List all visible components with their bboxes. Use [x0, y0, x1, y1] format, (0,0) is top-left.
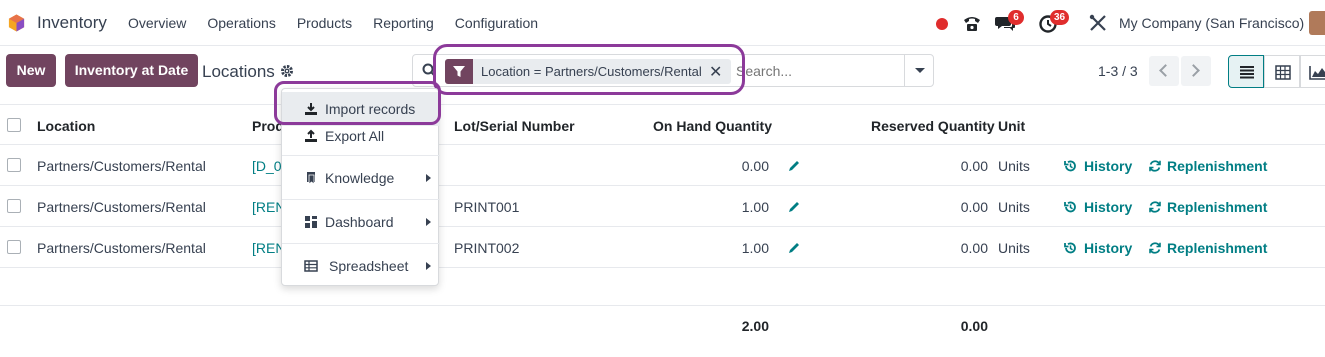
- cell-location: Partners/Customers/Rental: [37, 240, 206, 256]
- column-header-on-hand[interactable]: On Hand Quantity: [653, 118, 772, 134]
- cell-reserved: 0.00: [960, 240, 988, 256]
- replenishment-icon[interactable]: [1148, 241, 1162, 255]
- app-name[interactable]: Inventory: [37, 13, 107, 33]
- column-header-unit[interactable]: Unit: [998, 118, 1025, 134]
- company-switcher[interactable]: My Company (San Francisco): [1119, 15, 1304, 31]
- menu-divider: [282, 199, 440, 200]
- menu-item-knowledge[interactable]: Knowledge: [282, 161, 440, 195]
- pencil-icon[interactable]: [787, 159, 801, 173]
- history-icon[interactable]: [1063, 200, 1077, 214]
- replenishment-button[interactable]: Replenishment: [1167, 240, 1267, 256]
- table-row[interactable]: Partners/Customers/Rental [D_0 0.00 0.00…: [0, 145, 1325, 186]
- status-dot[interactable]: [936, 18, 948, 30]
- row-checkbox[interactable]: [7, 199, 21, 213]
- submenu-arrow-icon: [426, 262, 431, 270]
- cell-lot: PRINT001: [454, 199, 520, 215]
- new-button[interactable]: New: [6, 54, 56, 87]
- menu-item-label: Dashboard: [325, 214, 394, 230]
- history-button[interactable]: History: [1084, 199, 1132, 215]
- cell-reserved: 0.00: [960, 199, 988, 215]
- submenu-arrow-icon: [426, 218, 431, 226]
- submenu-arrow-icon: [426, 174, 431, 182]
- replenishment-button[interactable]: Replenishment: [1167, 199, 1267, 215]
- search-input[interactable]: [736, 63, 896, 79]
- menu-item-label: Knowledge: [325, 170, 395, 186]
- page-title: Locations: [202, 62, 275, 81]
- table-header: Location Prod Lot/Serial Number On Hand …: [0, 104, 1325, 145]
- phone-icon[interactable]: [961, 12, 983, 34]
- cell-location: Partners/Customers/Rental: [37, 158, 206, 174]
- pivot-view-icon: [1275, 65, 1291, 80]
- cell-product[interactable]: [D_0: [252, 158, 282, 174]
- messages-badge: 6: [1008, 10, 1024, 25]
- inventory-at-date-button[interactable]: Inventory at Date: [65, 54, 198, 87]
- menu-item-label: Export All: [325, 128, 385, 144]
- pencil-icon[interactable]: [787, 241, 801, 255]
- upload-icon: [305, 129, 317, 142]
- cell-unit: Units: [998, 240, 1030, 256]
- list-view-icon: [1240, 66, 1254, 79]
- menu-products[interactable]: Products: [297, 15, 352, 31]
- column-header-location[interactable]: Location: [37, 118, 95, 134]
- user-avatar[interactable]: [1309, 11, 1325, 35]
- replenishment-button[interactable]: Replenishment: [1167, 158, 1267, 174]
- menu-reporting[interactable]: Reporting: [373, 15, 434, 31]
- caret-down-icon: [915, 68, 925, 73]
- tools-icon[interactable]: [1087, 12, 1109, 34]
- main-menu: Overview Operations Products Reporting C…: [128, 15, 559, 31]
- table-row[interactable]: Partners/Customers/Rental [REN PRINT001 …: [0, 186, 1325, 227]
- cell-on-hand: 0.00: [741, 158, 769, 174]
- list-view-button[interactable]: [1228, 55, 1264, 88]
- menu-divider: [282, 243, 440, 244]
- search-options-toggle[interactable]: [904, 55, 933, 86]
- history-icon[interactable]: [1063, 159, 1077, 173]
- total-reserved: 0.00: [960, 318, 988, 334]
- cell-reserved: 0.00: [960, 158, 988, 174]
- bookmark-icon: [307, 172, 315, 185]
- row-checkbox[interactable]: [7, 240, 21, 254]
- pager-next-button[interactable]: [1181, 56, 1211, 86]
- menu-divider: [282, 155, 440, 156]
- select-all-checkbox[interactable]: [7, 118, 21, 132]
- history-button[interactable]: History: [1084, 158, 1132, 174]
- replenishment-icon[interactable]: [1148, 200, 1162, 214]
- menu-configuration[interactable]: Configuration: [455, 15, 538, 31]
- menu-overview[interactable]: Overview: [128, 15, 186, 31]
- column-header-lot[interactable]: Lot/Serial Number: [454, 118, 575, 134]
- annotation-highlight-facet: [433, 44, 745, 95]
- chevron-left-icon: [1159, 64, 1172, 77]
- pencil-icon[interactable]: [787, 200, 801, 214]
- cell-on-hand: 1.00: [741, 240, 769, 256]
- pager-previous-button[interactable]: [1149, 56, 1179, 86]
- menu-item-spreadsheet[interactable]: Spreadsheet: [282, 249, 440, 283]
- gear-icon[interactable]: [280, 64, 294, 78]
- inventory-app-icon[interactable]: [7, 13, 26, 33]
- spreadsheet-icon: [304, 260, 318, 272]
- table-row[interactable]: Partners/Customers/Rental [REN PRINT002 …: [0, 227, 1325, 268]
- graph-view-button[interactable]: [1300, 55, 1325, 88]
- cell-unit: Units: [998, 199, 1030, 215]
- annotation-highlight-import: [274, 81, 441, 125]
- replenishment-icon[interactable]: [1148, 159, 1162, 173]
- cell-unit: Units: [998, 158, 1030, 174]
- menu-item-dashboard[interactable]: Dashboard: [282, 205, 440, 239]
- pager-value[interactable]: 1-3 / 3: [1098, 63, 1138, 79]
- graph-view-icon: [1309, 66, 1325, 80]
- chevron-right-icon: [1187, 64, 1200, 77]
- cell-location: Partners/Customers/Rental: [37, 199, 206, 215]
- history-icon[interactable]: [1063, 241, 1077, 255]
- table-footer-totals: 2.00 0.00: [0, 305, 1325, 345]
- pivot-view-button[interactable]: [1264, 55, 1300, 88]
- menu-operations[interactable]: Operations: [207, 15, 275, 31]
- dashboard-icon: [305, 216, 317, 228]
- total-on-hand: 2.00: [741, 318, 769, 334]
- activities-badge: 36: [1050, 10, 1070, 25]
- row-checkbox[interactable]: [7, 158, 21, 172]
- menu-item-label: Spreadsheet: [329, 258, 409, 274]
- cell-lot: PRINT002: [454, 240, 520, 256]
- column-header-reserved[interactable]: Reserved Quantity: [871, 118, 995, 134]
- cell-on-hand: 1.00: [741, 199, 769, 215]
- history-button[interactable]: History: [1084, 240, 1132, 256]
